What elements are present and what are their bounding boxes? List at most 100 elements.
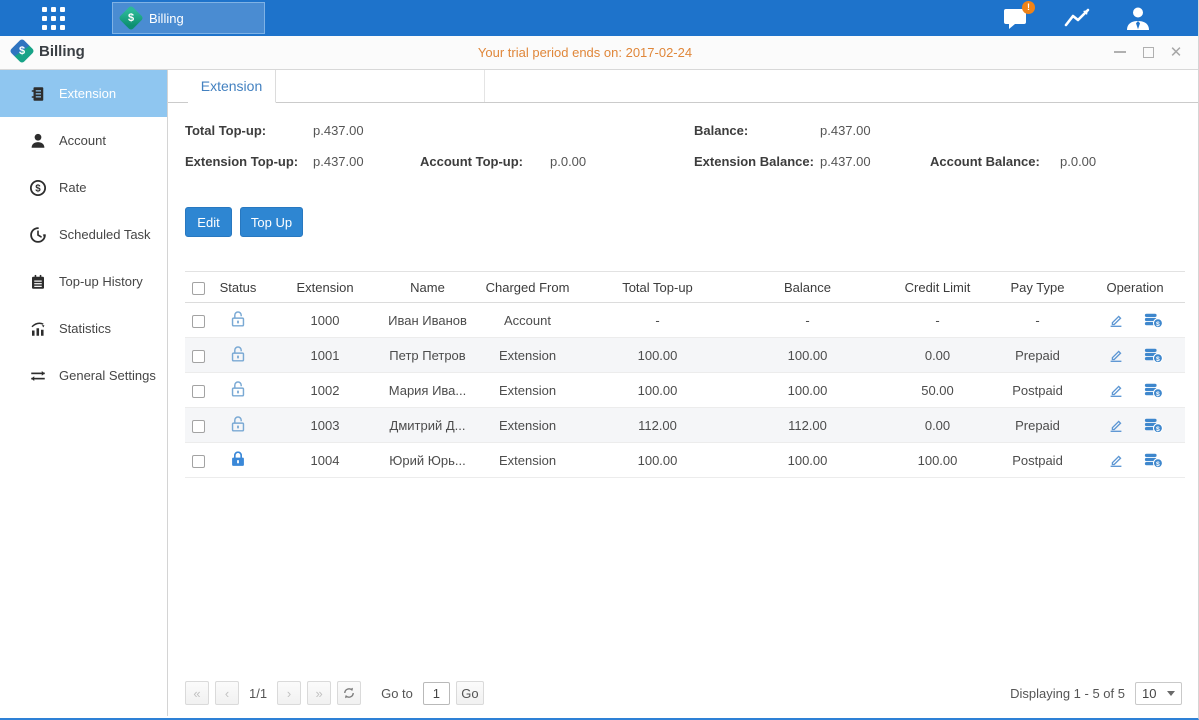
column-header-charged-from: Charged From: [470, 272, 585, 303]
page-indicator: 1/1: [249, 686, 267, 701]
edit-row-icon[interactable]: [1107, 311, 1125, 329]
svg-text:$: $: [1156, 426, 1160, 433]
goto-page-input[interactable]: [423, 682, 450, 705]
statistics-chart-icon: [29, 320, 47, 338]
edit-row-icon[interactable]: [1107, 416, 1125, 434]
extensions-table: Status Extension Name Charged From Total…: [185, 271, 1185, 478]
sidebar-item-scheduled-task[interactable]: Scheduled Task: [0, 211, 167, 258]
status-unlocked-icon: [228, 309, 248, 329]
billing-window: $ Billing !: [0, 0, 1199, 720]
total-topup-value: p.437.00: [313, 123, 364, 138]
cell-name: Петр Петров: [385, 338, 470, 373]
cell-balance: 112.00: [730, 408, 885, 443]
topup-row-icon[interactable]: $: [1143, 416, 1163, 434]
cell-name: Дмитрий Д...: [385, 408, 470, 443]
select-all-checkbox[interactable]: [192, 282, 205, 295]
cell-extension: 1002: [265, 373, 385, 408]
maximize-icon[interactable]: [1140, 44, 1156, 60]
balance-value: p.437.00: [820, 123, 871, 138]
cell-charged-from: Extension: [470, 338, 585, 373]
table-row: 1000 Иван Иванов Account - - - -: [185, 303, 1185, 338]
tab-divider: [484, 70, 485, 102]
scheduled-task-clock-icon: [29, 226, 47, 244]
top-up-button[interactable]: Top Up: [240, 207, 303, 237]
notification-badge: !: [1022, 1, 1035, 14]
topup-row-icon[interactable]: $: [1143, 451, 1163, 469]
row-checkbox[interactable]: [192, 455, 205, 468]
account-topup-label: Account Top-up:: [420, 154, 523, 169]
account-person-icon: [29, 132, 47, 150]
close-icon[interactable]: ✕: [1168, 44, 1184, 60]
sidebar-item-account[interactable]: Account: [0, 117, 167, 164]
svg-text:$: $: [35, 183, 41, 194]
svg-text:$: $: [1156, 356, 1160, 363]
cell-pay-type: -: [990, 303, 1085, 338]
refresh-icon: [342, 686, 356, 700]
topup-history-notepad-icon: [29, 273, 47, 291]
refresh-button[interactable]: [337, 681, 361, 705]
column-header-extension: Extension: [265, 272, 385, 303]
trial-notice: Your trial period ends on: 2017-02-24: [478, 45, 692, 60]
total-topup-label: Total Top-up:: [185, 123, 266, 138]
edit-button[interactable]: Edit: [185, 207, 232, 237]
last-page-button[interactable]: »: [307, 681, 331, 705]
main-content: Extension Total Top-up: p.437.00 Balance…: [168, 70, 1198, 716]
sidebar-item-general-settings[interactable]: General Settings: [0, 352, 167, 399]
row-checkbox[interactable]: [192, 315, 205, 328]
cell-charged-from: Extension: [470, 443, 585, 478]
sidebar-item-rate[interactable]: $ Rate: [0, 164, 167, 211]
cell-credit-limit: -: [885, 303, 990, 338]
row-checkbox[interactable]: [192, 420, 205, 433]
cell-charged-from: Extension: [470, 408, 585, 443]
prev-page-button[interactable]: ‹: [215, 681, 239, 705]
messages-icon[interactable]: !: [1002, 5, 1030, 31]
user-account-icon[interactable]: [1124, 5, 1152, 31]
apps-grid-icon[interactable]: [42, 7, 65, 30]
sidebar-item-extension[interactable]: Extension: [0, 70, 167, 117]
row-checkbox[interactable]: [192, 385, 205, 398]
svg-text:$: $: [1156, 391, 1160, 398]
cell-total-topup: 100.00: [585, 373, 730, 408]
cell-balance: 100.00: [730, 443, 885, 478]
topup-row-icon[interactable]: $: [1143, 346, 1163, 364]
cell-extension: 1001: [265, 338, 385, 373]
go-button[interactable]: Go: [456, 681, 484, 705]
minimize-icon[interactable]: [1112, 44, 1128, 60]
sidebar-item-topup-history[interactable]: Top-up History: [0, 258, 167, 305]
cell-extension: 1004: [265, 443, 385, 478]
extension-balance-label: Extension Balance:: [694, 154, 814, 169]
pagination-bar: « ‹ 1/1 › » Go to Go: [185, 681, 484, 705]
first-page-button[interactable]: «: [185, 681, 209, 705]
row-checkbox[interactable]: [192, 350, 205, 363]
column-header-pay-type: Pay Type: [990, 272, 1085, 303]
topup-row-icon[interactable]: $: [1143, 311, 1163, 329]
cell-charged-from: Extension: [470, 373, 585, 408]
cell-extension: 1003: [265, 408, 385, 443]
page-size-select[interactable]: 10: [1135, 682, 1182, 705]
edit-row-icon[interactable]: [1107, 346, 1125, 364]
sidebar-label: Account: [59, 133, 106, 148]
status-unlocked-icon: [228, 344, 248, 364]
cell-pay-type: Prepaid: [990, 338, 1085, 373]
edit-row-icon[interactable]: [1107, 381, 1125, 399]
sidebar-label: Extension: [59, 86, 116, 101]
edit-row-icon[interactable]: [1107, 451, 1125, 469]
balance-label: Balance:: [694, 123, 748, 138]
billing-task-tab[interactable]: $ Billing: [112, 2, 265, 34]
reports-chart-icon[interactable]: [1063, 5, 1091, 31]
page-size-value: 10: [1142, 686, 1156, 701]
next-page-button[interactable]: ›: [277, 681, 301, 705]
tab-extension[interactable]: Extension: [188, 70, 276, 103]
status-unlocked-icon: [228, 414, 248, 434]
sidebar-label: Statistics: [59, 321, 111, 336]
cell-credit-limit: 100.00: [885, 443, 990, 478]
title-bar: $ Billing Your trial period ends on: 201…: [0, 36, 1198, 70]
account-balance-value: p.0.00: [1060, 154, 1096, 169]
topup-row-icon[interactable]: $: [1143, 381, 1163, 399]
cell-total-topup: 100.00: [585, 443, 730, 478]
sidebar-item-statistics[interactable]: Statistics: [0, 305, 167, 352]
cell-balance: -: [730, 303, 885, 338]
cell-total-topup: 100.00: [585, 338, 730, 373]
window-title: Billing: [39, 43, 85, 60]
billing-title-icon: $: [9, 38, 34, 63]
